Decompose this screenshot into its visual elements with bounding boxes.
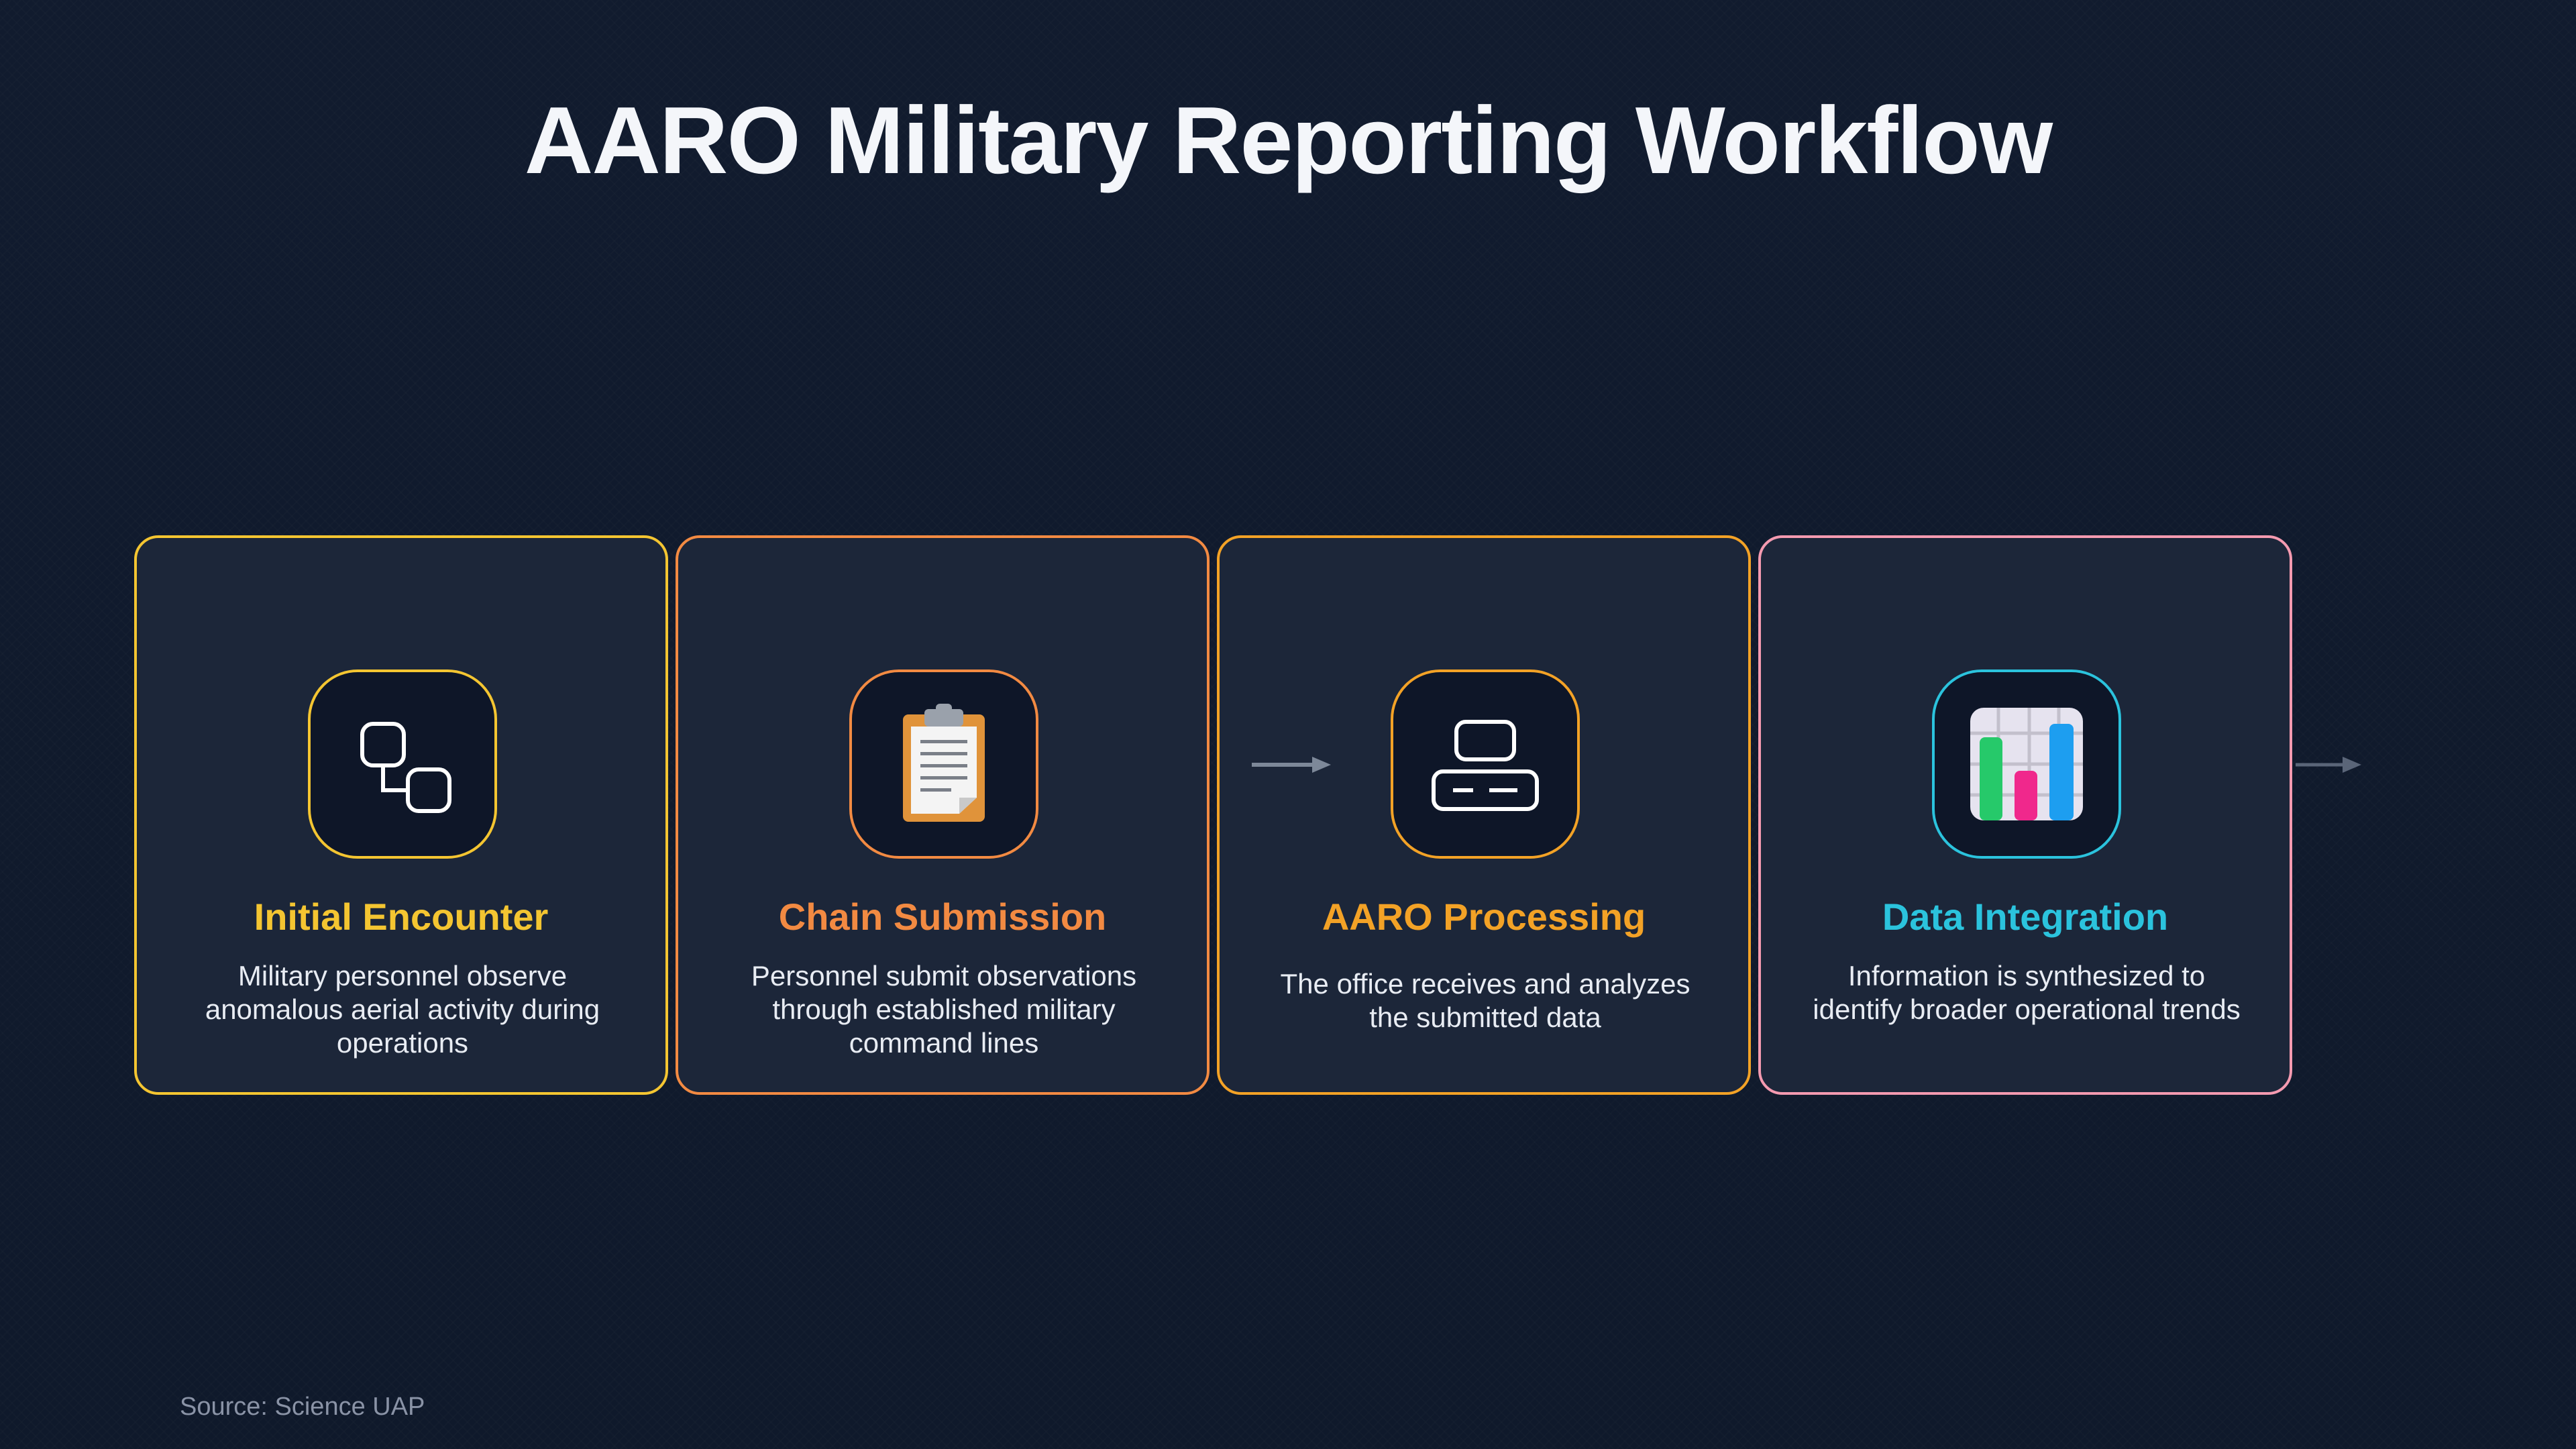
icon-container bbox=[1391, 669, 1580, 859]
step-title: Initial Encounter bbox=[254, 896, 549, 938]
step-card-initial-encounter: Initial Encounter Military personnel obs… bbox=[134, 535, 668, 1095]
step-description: The office receives and analyzes the sub… bbox=[1280, 968, 1690, 1033]
source-caption: Source: Science UAP bbox=[180, 1393, 425, 1421]
flow-nodes-icon bbox=[360, 722, 451, 813]
step-title: Data Integration bbox=[1882, 896, 2169, 938]
step-card-chain-submission: Chain Submission Personnel submit observ… bbox=[676, 535, 1210, 1095]
icon-container bbox=[849, 669, 1038, 859]
step-card-data-integration: Data Integration Information is synthesi… bbox=[1758, 535, 2292, 1095]
processing-box-icon bbox=[1432, 720, 1539, 811]
workflow-diagram: Initial Encounter Military personnel obs… bbox=[0, 0, 2576, 1449]
bar-chart-icon bbox=[1970, 708, 2083, 820]
icon-container bbox=[308, 669, 497, 859]
step-description: Military personnel observe anomalous aer… bbox=[205, 960, 600, 1059]
step-title: Chain Submission bbox=[778, 896, 1107, 938]
step-description: Information is synthesized to identify b… bbox=[1813, 960, 2241, 1025]
step-title: AARO Processing bbox=[1322, 896, 1646, 938]
step-card-aaro-processing: AARO Processing The office receives and … bbox=[1217, 535, 1751, 1095]
arrow-right-icon bbox=[2296, 757, 2361, 773]
clipboard-icon bbox=[903, 704, 985, 822]
icon-container bbox=[1932, 669, 2121, 859]
step-description: Personnel submit observations through es… bbox=[751, 960, 1137, 1059]
arrow-right-icon bbox=[1252, 757, 1331, 773]
